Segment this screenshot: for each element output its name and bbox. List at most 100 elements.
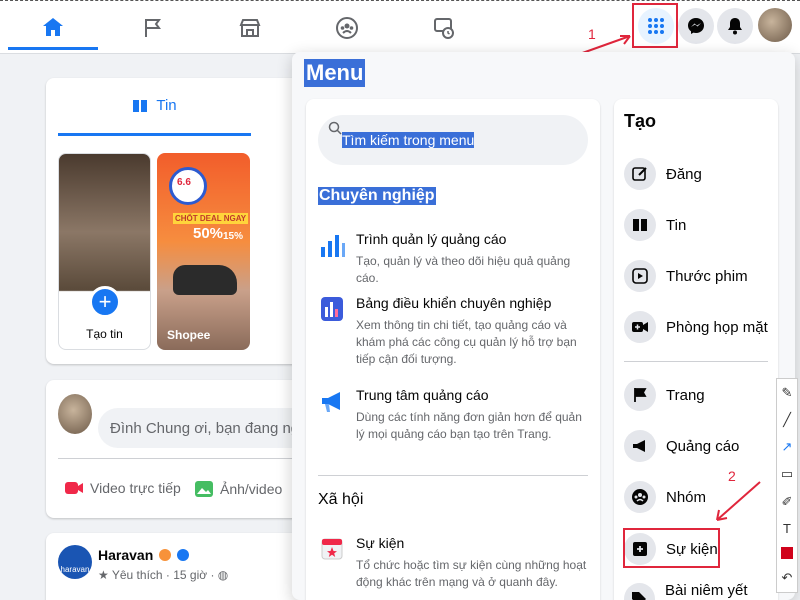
annotation-arrow-2 <box>716 481 761 521</box>
photo-icon <box>195 481 213 497</box>
promo-date: 6.6 <box>177 177 191 188</box>
tab-stories-label: Tin <box>156 97 177 114</box>
color-picker[interactable] <box>781 547 793 560</box>
create-listing[interactable]: Bài niêm yết trên <box>624 579 774 600</box>
home-icon <box>43 17 63 36</box>
menu-item-title: Sự kiện <box>356 535 405 551</box>
book-icon <box>133 99 148 112</box>
undo-icon[interactable]: ↶ <box>782 570 793 586</box>
line-tool-icon[interactable]: ╱ <box>783 412 791 428</box>
shopee-story-card[interactable]: 6.6 CHỐT DEAL NGAY 50% 15% Shopee <box>157 153 250 350</box>
create-divider <box>624 361 768 362</box>
text-tool-icon[interactable]: T <box>783 521 791 536</box>
flag-icon <box>634 388 647 402</box>
megaphone-icon <box>322 392 340 412</box>
live-video-icon <box>65 482 83 494</box>
create-post[interactable]: Đăng <box>624 154 774 194</box>
drawing-toolbar: ✎ ╱ ↗ ▭ ✐ T ↶ <box>776 378 798 593</box>
create-room-label: Phòng họp mặt <box>666 318 768 336</box>
marketplace-tab[interactable] <box>205 6 295 50</box>
create-post-card: Đình Chung ơi, bạn đang nghĩ gì? Video t… <box>46 380 318 518</box>
notifications-button[interactable] <box>717 8 753 44</box>
menu-item-title: Bảng điều khiển chuyên nghiệp <box>356 295 552 311</box>
search-icon <box>328 121 342 135</box>
menu-title: Menu <box>304 59 366 87</box>
live-video-label: Video trực tiếp <box>90 480 181 496</box>
menu-search-input[interactable]: Tìm kiếm trong menu <box>318 115 588 165</box>
user-avatar <box>58 394 92 434</box>
flag-icon <box>145 19 161 37</box>
selection-border <box>0 0 800 1</box>
create-reel-label: Thước phim <box>666 267 748 285</box>
menu-search-placeholder: Tìm kiếm trong menu <box>342 132 475 148</box>
create-heading: Tạo <box>624 111 657 131</box>
stories-card: Tin + Tạo tin 6.6 CHỐT DEAL NGAY 50% 15%… <box>46 78 306 364</box>
create-reel[interactable]: Thước phim <box>624 256 774 296</box>
plus-icon: + <box>89 286 121 318</box>
menu-item-events[interactable]: Sự kiện Tổ chức hoặc tìm sự kiện cùng nh… <box>318 535 588 591</box>
create-story[interactable]: Tin <box>624 205 774 245</box>
create-room[interactable]: Phòng họp mặt <box>624 307 774 347</box>
store-icon <box>239 19 261 37</box>
menu-item-ads-manager[interactable]: Trình quản lý quảng cáo Tạo, quản lý và … <box>318 231 588 287</box>
bar-chart-icon <box>321 235 345 257</box>
globe-icon: ◍ <box>214 568 229 582</box>
photo-video-button[interactable]: Ảnh/video <box>194 480 282 498</box>
arrow-tool-icon[interactable]: ↗ <box>782 439 793 455</box>
create-listing-label: Bài niêm yết trên <box>664 582 748 600</box>
edit-icon <box>632 167 647 181</box>
create-page[interactable]: Trang <box>624 375 774 415</box>
annotation-box-event <box>623 528 720 568</box>
create-page-label: Trang <box>666 386 705 404</box>
menu-item-description: Tổ chức hoặc tìm sự kiện cùng những hoạt… <box>356 558 587 589</box>
video-plus-icon <box>632 322 648 332</box>
groups-icon <box>632 489 648 505</box>
calendar-icon <box>321 538 343 560</box>
groups-tab[interactable] <box>302 6 392 50</box>
groups-icon <box>336 17 358 39</box>
book-icon <box>633 219 647 231</box>
tab-stories[interactable]: Tin <box>58 78 251 136</box>
create-story-label: Tạo tin <box>86 327 123 341</box>
shoe-image <box>173 265 237 295</box>
section-divider <box>318 475 588 476</box>
menu-left-column: Tìm kiếm trong menu Chuyên nghiệp Trình … <box>306 99 600 600</box>
photo-video-label: Ảnh/video <box>220 481 283 497</box>
haravan-avatar[interactable]: haravan <box>58 545 92 579</box>
promo-voucher: 15% <box>223 231 244 242</box>
menu-item-ad-center[interactable]: Trung tâm quảng cáo Dùng các tính năng đ… <box>318 387 588 443</box>
pencil-icon[interactable]: ✎ <box>782 385 793 401</box>
post-author-name: Haravan <box>98 547 154 563</box>
marker-icon[interactable]: ✐ <box>782 494 793 510</box>
rectangle-tool-icon[interactable]: ▭ <box>781 466 793 482</box>
messenger-button[interactable] <box>678 8 714 44</box>
reel-icon <box>632 268 648 284</box>
menu-item-description: Xem thông tin chi tiết, tạo quảng cáo và… <box>356 318 577 366</box>
verified-icon <box>177 549 190 561</box>
pages-tab[interactable] <box>108 6 198 50</box>
create-story-label: Tin <box>666 216 687 234</box>
section-heading-professional: Chuyên nghiệp <box>318 187 436 205</box>
gaming-tab[interactable] <box>399 6 489 50</box>
create-ad-label: Quảng cáo <box>666 437 740 455</box>
promo-discount: 50% <box>193 225 224 242</box>
post-meta: ★ Yêu thích · 15 giờ · ◍ <box>98 568 228 582</box>
composer-input[interactable]: Đình Chung ơi, bạn đang nghĩ gì? <box>98 408 318 448</box>
post-card: haravan Haravan ★ Yêu thích · 15 giờ · ◍ <box>46 533 306 600</box>
promo-deal: CHỐT DEAL NGAY <box>173 213 249 224</box>
megaphone-icon <box>633 440 645 452</box>
top-navigation-bar <box>0 0 800 54</box>
create-post-label: Đăng <box>666 165 702 183</box>
create-story-card[interactable]: + Tạo tin <box>58 153 151 350</box>
post-author[interactable]: Haravan <box>98 547 190 563</box>
bell-icon <box>728 18 742 35</box>
menu-item-professional-dashboard[interactable]: Bảng điều khiển chuyên nghiệp Xem thông … <box>318 295 588 368</box>
divider <box>58 458 294 459</box>
feed-clock-icon <box>434 18 454 39</box>
live-video-button[interactable]: Video trực tiếp <box>64 480 181 496</box>
profile-avatar[interactable] <box>758 8 792 42</box>
home-tab[interactable] <box>8 6 98 50</box>
post-meta-text: Yêu thích · 15 giờ · <box>111 568 215 582</box>
haravan-avatar-text: haravan <box>60 565 90 574</box>
create-ad[interactable]: Quảng cáo <box>624 426 774 466</box>
